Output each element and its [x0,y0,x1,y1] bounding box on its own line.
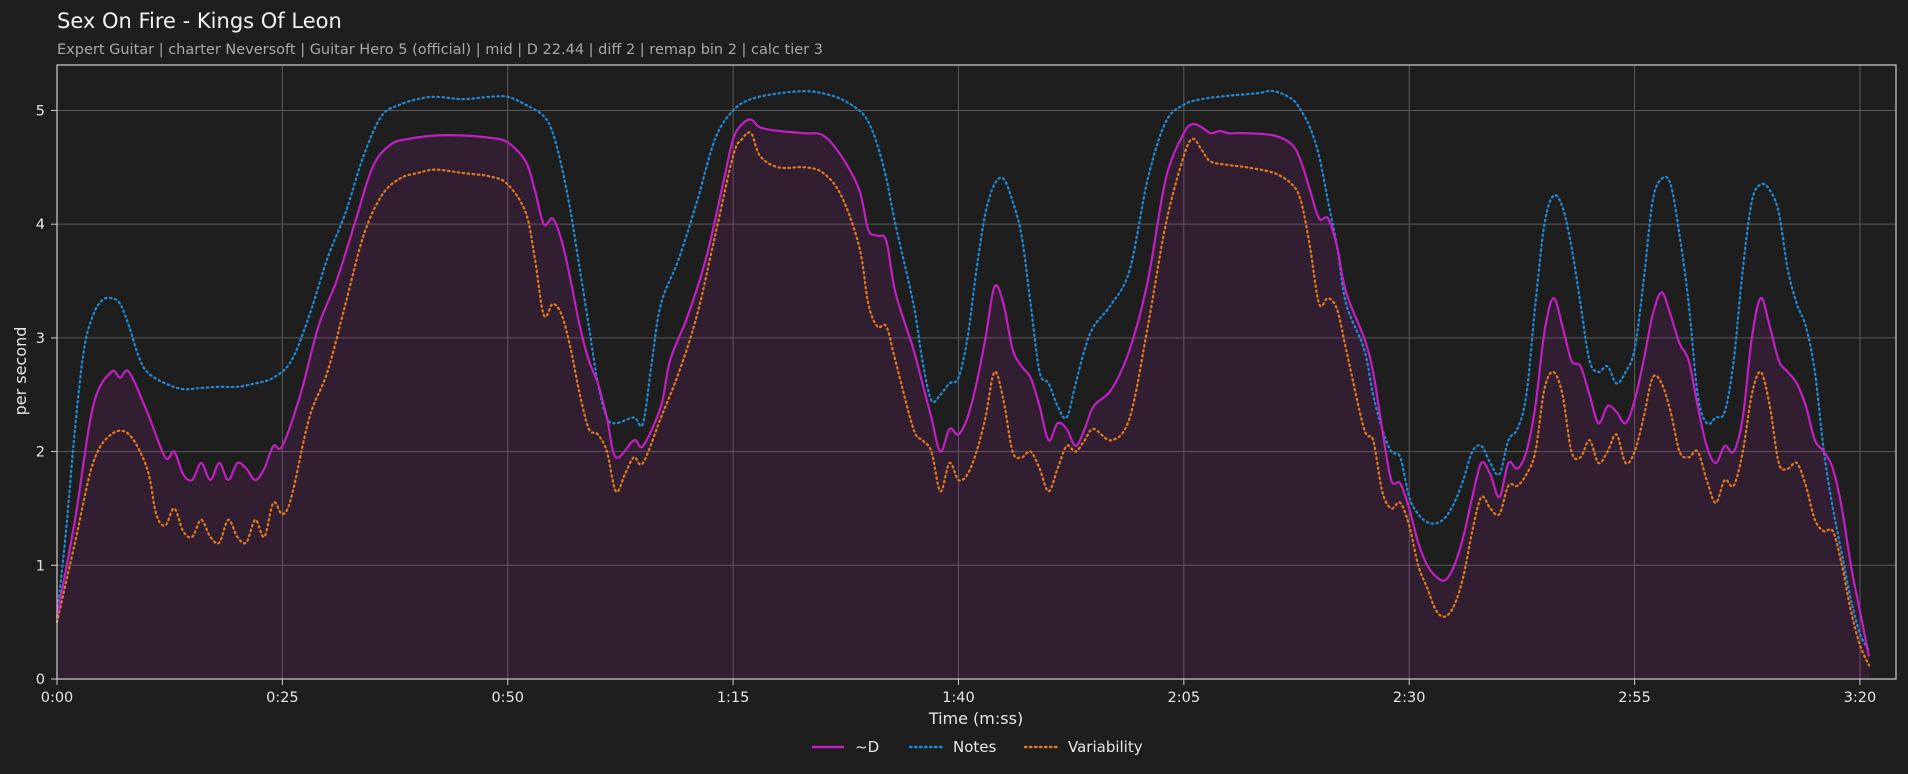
x-tick-label: 1:15 [717,690,750,706]
x-tick-label: 0:25 [266,690,299,706]
x-axis-ticks: 0:00 0:25 0:50 1:15 1:40 2:05 2:30 2:55 3:20 [41,679,1877,706]
y-tick-label: 1 [36,558,45,574]
chart: Sex On Fire - Kings Of Leon Expert Guita… [11,9,1897,756]
y-axis-label: per second [11,327,30,416]
y-tick-label: 0 [36,672,45,688]
y-tick-label: 4 [36,217,45,233]
y-tick-label: 2 [36,445,45,461]
series-area-0 [57,119,1869,680]
chart-title: Sex On Fire - Kings Of Leon [57,9,342,33]
x-tick-label: 0:50 [491,690,524,706]
legend-label: ~D [855,738,879,756]
y-axis-ticks: 0 1 2 3 4 5 [36,103,57,688]
y-tick-label: 5 [36,103,45,119]
legend-label: Notes [953,738,997,756]
x-tick-label: 0:00 [41,690,74,706]
x-tick-label: 2:05 [1168,690,1201,706]
chart-subtitle: Expert Guitar | charter Neversoft | Guit… [57,42,823,58]
x-tick-label: 2:30 [1393,690,1426,706]
x-tick-label: 2:55 [1618,690,1651,706]
y-tick-label: 3 [36,331,45,347]
x-tick-label: 1:40 [942,690,975,706]
x-axis-label: Time (m:ss) [928,709,1023,728]
legend: ~D Notes Variability [812,738,1143,756]
x-tick-label: 3:20 [1844,690,1877,706]
legend-label: Variability [1068,738,1143,756]
area-fill-layer [57,119,1869,680]
